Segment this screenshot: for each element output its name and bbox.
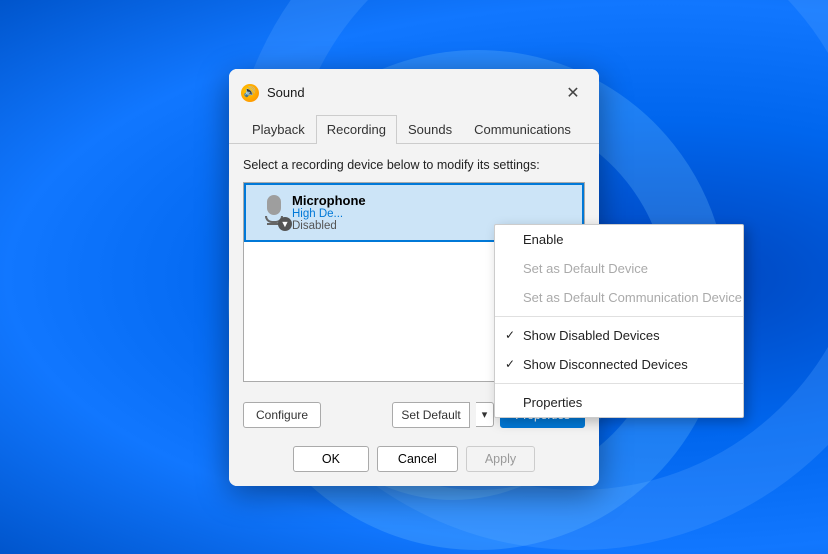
mic-capsule <box>267 195 281 215</box>
device-info: Microphone High De... Disabled <box>292 193 366 232</box>
device-status: Disabled <box>292 220 366 232</box>
context-item-enable[interactable]: Enable <box>495 225 743 254</box>
dialog-actions: OK Cancel Apply <box>229 438 599 486</box>
title-bar: 🔊 Sound ✕ <box>229 69 599 115</box>
ok-button[interactable]: OK <box>293 446 369 472</box>
sound-icon: 🔊 <box>241 84 259 102</box>
tab-bar: Playback Recording Sounds Communications <box>229 115 599 144</box>
tab-sounds[interactable]: Sounds <box>397 115 463 144</box>
close-button[interactable]: ✕ <box>559 79 587 107</box>
configure-button[interactable]: Configure <box>243 402 321 428</box>
context-item-set-default: Set as Default Device <box>495 254 743 283</box>
set-default-arrow-button[interactable]: ▾ <box>476 402 495 427</box>
microphone-icon: ▼ <box>256 193 292 231</box>
instruction-text: Select a recording device below to modif… <box>243 158 585 172</box>
context-item-properties[interactable]: Properties <box>495 388 743 417</box>
context-menu: Enable Set as Default Device Set as Defa… <box>494 224 744 418</box>
context-separator-2 <box>495 383 743 384</box>
tab-recording[interactable]: Recording <box>316 115 397 144</box>
apply-button[interactable]: Apply <box>466 446 535 472</box>
sound-dialog: 🔊 Sound ✕ Playback Recording Sounds Comm… <box>229 69 599 486</box>
dialog-title: Sound <box>267 85 559 100</box>
tab-playback[interactable]: Playback <box>241 115 316 144</box>
context-item-show-disabled[interactable]: Show Disabled Devices <box>495 321 743 350</box>
device-name: Microphone <box>292 193 366 208</box>
dialog-overlay: 🔊 Sound ✕ Playback Recording Sounds Comm… <box>0 0 828 554</box>
cancel-button[interactable]: Cancel <box>377 446 458 472</box>
context-separator-1 <box>495 316 743 317</box>
context-item-show-disconnected[interactable]: Show Disconnected Devices <box>495 350 743 379</box>
tab-communications[interactable]: Communications <box>463 115 582 144</box>
device-detail: High De... <box>292 208 366 220</box>
context-item-set-default-comm: Set as Default Communication Device <box>495 283 743 312</box>
set-default-button[interactable]: Set Default <box>392 402 469 428</box>
down-arrow-badge: ▼ <box>278 217 292 231</box>
